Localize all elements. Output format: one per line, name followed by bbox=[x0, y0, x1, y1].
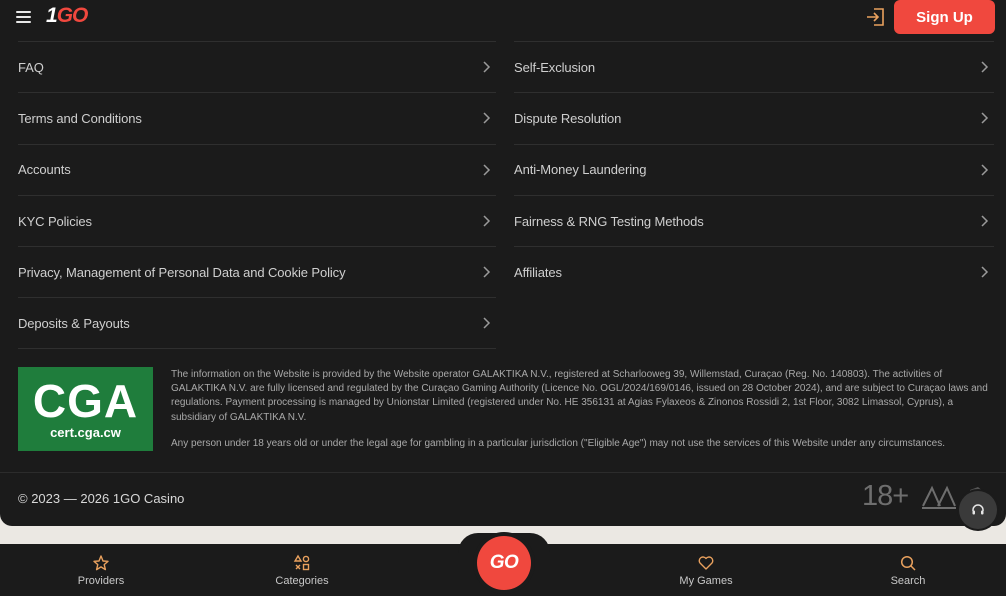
link-label: Privacy, Management of Personal Data and… bbox=[18, 264, 346, 280]
footer-link-kyc[interactable]: KYC Policies bbox=[18, 194, 496, 246]
footer-link-aml[interactable]: Anti-Money Laundering bbox=[514, 143, 994, 195]
copyright: © 2023 — 2026 1GO Casino bbox=[18, 491, 185, 506]
cga-logo-url: cert.cga.cw bbox=[50, 424, 121, 440]
chevron-right-icon bbox=[981, 215, 989, 227]
link-label: Self-Exclusion bbox=[514, 59, 595, 75]
headset-icon bbox=[972, 504, 984, 515]
nav-label: Search bbox=[890, 574, 926, 587]
link-label: Accounts bbox=[18, 162, 71, 178]
star-icon bbox=[93, 554, 109, 570]
go-home-button[interactable]: GO bbox=[477, 536, 531, 590]
footer-link-fairness[interactable]: Fairness & RNG Testing Methods bbox=[514, 194, 994, 246]
nav-categories[interactable]: Categories bbox=[252, 544, 352, 596]
chevron-right-icon bbox=[483, 266, 491, 278]
nav-search[interactable]: Search bbox=[858, 544, 958, 596]
footer-link-affiliates[interactable]: Affiliates bbox=[514, 246, 994, 297]
legal-paragraph: The information on the Website is provid… bbox=[171, 369, 988, 423]
menu-icon[interactable] bbox=[16, 11, 31, 23]
link-label: Affiliates bbox=[514, 264, 562, 280]
nav-label: Categories bbox=[275, 574, 329, 587]
footer-link-faq[interactable]: FAQ bbox=[18, 41, 496, 92]
heart-icon bbox=[698, 555, 714, 570]
header: 1GO Sign Up bbox=[0, 0, 1006, 34]
chevron-right-icon bbox=[981, 164, 989, 176]
nav-label: My Games bbox=[679, 574, 733, 587]
legal-text: The information on the Website is provid… bbox=[171, 368, 993, 451]
footer-link-accounts[interactable]: Accounts bbox=[18, 143, 496, 195]
search-icon bbox=[900, 555, 916, 571]
logo-go: GO bbox=[56, 4, 89, 27]
logo[interactable]: 1GO bbox=[46, 4, 89, 28]
chevron-right-icon bbox=[483, 61, 491, 73]
chevron-right-icon bbox=[483, 112, 491, 124]
chevron-right-icon bbox=[981, 266, 989, 278]
logo-one: 1 bbox=[46, 4, 58, 27]
footer-link-terms[interactable]: Terms and Conditions bbox=[18, 92, 496, 143]
categories-icon bbox=[293, 554, 310, 570]
link-label: Anti-Money Laundering bbox=[514, 162, 647, 178]
chevron-right-icon bbox=[483, 164, 491, 176]
age-disclaimer: Any person under 18 years old or under t… bbox=[171, 437, 945, 449]
support-chat-button[interactable] bbox=[959, 491, 997, 529]
link-label: Terms and Conditions bbox=[18, 110, 142, 126]
gambling-aware-icon bbox=[922, 485, 956, 509]
nav-my-games[interactable]: My Games bbox=[656, 544, 756, 596]
link-label: Dispute Resolution bbox=[514, 110, 622, 126]
cga-license-logo[interactable]: CGA cert.cga.cw bbox=[18, 367, 153, 451]
signup-button[interactable]: Sign Up bbox=[894, 0, 995, 34]
chevron-right-icon bbox=[981, 61, 989, 73]
chevron-right-icon bbox=[981, 112, 989, 124]
link-label: Deposits & Payouts bbox=[18, 315, 130, 331]
footer-divider bbox=[0, 472, 1006, 473]
age-18-badge: 18+ bbox=[862, 480, 909, 512]
footer-link-self-exclusion[interactable]: Self-Exclusion bbox=[514, 41, 994, 92]
footer-links-left: FAQ Terms and Conditions Accounts KYC Po… bbox=[18, 41, 496, 349]
login-icon[interactable] bbox=[864, 5, 888, 29]
go-label: GO bbox=[489, 552, 519, 573]
footer-link-deposits[interactable]: Deposits & Payouts bbox=[18, 297, 496, 349]
nav-providers[interactable]: Providers bbox=[51, 544, 151, 596]
chevron-right-icon bbox=[483, 215, 491, 227]
footer-link-privacy[interactable]: Privacy, Management of Personal Data and… bbox=[18, 246, 496, 297]
cga-logo-text: CGA bbox=[32, 374, 139, 427]
chevron-right-icon bbox=[483, 317, 491, 329]
footer-link-dispute[interactable]: Dispute Resolution bbox=[514, 92, 994, 143]
footer-links-right: Self-Exclusion Dispute Resolution Anti-M… bbox=[514, 41, 994, 297]
nav-label: Providers bbox=[77, 574, 125, 587]
link-label: FAQ bbox=[18, 59, 44, 75]
link-label: KYC Policies bbox=[18, 213, 92, 229]
main-panel: 1GO Sign Up FAQ Terms and Conditions Acc… bbox=[0, 0, 1006, 529]
link-label: Fairness & RNG Testing Methods bbox=[514, 213, 704, 229]
